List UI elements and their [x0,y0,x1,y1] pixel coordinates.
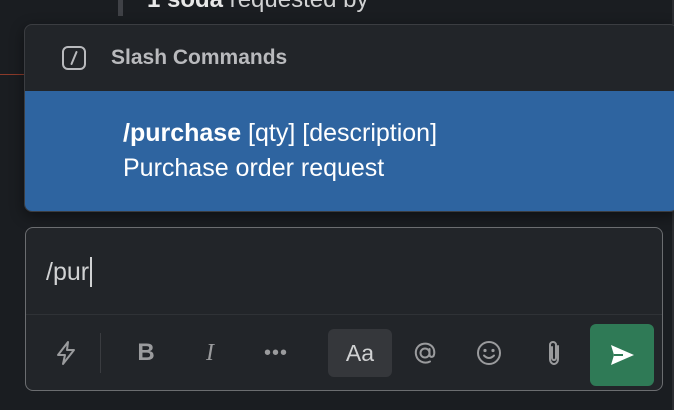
popup-title: Slash Commands [111,46,288,69]
slash-command-icon [61,45,87,71]
send-icon [607,340,637,370]
emoji-icon [475,339,503,367]
at-icon [411,339,439,367]
toolbar-divider [100,333,101,373]
send-button[interactable] [590,324,654,386]
paperclip-icon [542,338,566,368]
shortcuts-button[interactable] [48,329,84,377]
new-messages-divider [0,74,26,75]
background-message-bold: 1 soda [147,0,223,13]
slash-commands-popup: Slash Commands /purchase [qty] [descript… [24,24,674,212]
command-signature: /purchase [qty] [description] [123,117,674,149]
message-input[interactable]: /pur [46,256,93,288]
popup-header: Slash Commands [25,25,674,91]
background-message-text: requested by [223,0,369,13]
command-args: [qty] [description] [241,119,438,147]
emoji-button[interactable] [468,329,510,377]
background-message: 1 soda requested by [118,0,667,16]
formatting-toggle-button[interactable]: Aa [328,329,392,377]
command-name: /purchase [123,119,242,147]
bold-button[interactable]: B [126,329,166,377]
mention-button[interactable] [404,329,446,377]
command-option-purchase[interactable]: /purchase [qty] [description] Purchase o… [25,91,674,211]
command-description: Purchase order request [123,154,385,182]
lightning-icon [53,339,79,367]
composer-toolbar: B I ••• Aa [26,314,662,391]
text-caret [90,257,93,287]
more-formatting-button[interactable]: ••• [254,329,298,377]
message-input-text: /pur [46,257,90,286]
attach-button[interactable] [534,329,574,377]
italic-button[interactable]: I [190,329,230,377]
message-composer[interactable]: /pur B I ••• Aa [25,227,663,391]
